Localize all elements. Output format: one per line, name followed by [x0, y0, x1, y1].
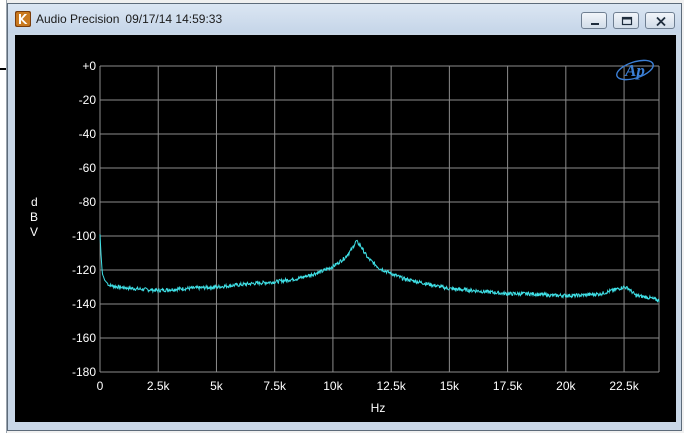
x-tick-label: 0 [97, 379, 104, 393]
y-tick-labels: +0 -20 -40 -60 -80 -100 -120 -140 -160 -180 [72, 59, 96, 379]
series [99, 234, 660, 303]
maximize-icon [621, 16, 633, 26]
plot-area: +0 -20 -40 -60 -80 -100 -120 -140 -160 -180 0 2.5k… [15, 35, 676, 422]
y-axis-label-d: d [31, 195, 38, 209]
y-axis-label-v: V [30, 225, 38, 239]
x-tick-label: 10k [323, 379, 343, 393]
minimize-icon [591, 23, 599, 25]
maximize-button[interactable] [613, 12, 639, 29]
x-tick-label: 15k [440, 379, 460, 393]
y-tick-label: -180 [72, 365, 96, 379]
title-timestamp: 09/17/14 14:59:33 [125, 12, 223, 26]
x-tick-label: 7.5k [263, 379, 287, 393]
minimize-button[interactable] [581, 12, 607, 29]
title-bar[interactable]: Audio Precision 09/17/14 14:59:33 [8, 4, 681, 33]
x-tick-label: 17.5k [493, 379, 523, 393]
y-tick-label: -80 [79, 195, 97, 209]
close-button[interactable] [645, 12, 675, 29]
y-tick-label: +0 [82, 59, 96, 73]
y-tick-label: -120 [72, 263, 96, 277]
window-title: Audio Precision 09/17/14 14:59:33 [36, 12, 222, 26]
app-name: Audio Precision [36, 12, 120, 26]
y-tick-label: -40 [79, 127, 97, 141]
x-tick-label: 20k [556, 379, 576, 393]
y-tick-label: -100 [72, 229, 96, 243]
ap-logo-text: Ap [624, 61, 645, 80]
grid [99, 65, 660, 373]
fft-trace [99, 234, 660, 303]
y-tick-label: -60 [79, 161, 97, 175]
audio-precision-window: Audio Precision 09/17/14 14:59:33 +0 -20 -4… [7, 3, 682, 431]
y-tick-label: -140 [72, 297, 96, 311]
x-axis-label: Hz [371, 401, 386, 415]
fft-chart: +0 -20 -40 -60 -80 -100 -120 -140 -160 -180 0 2.5k… [30, 59, 660, 415]
y-tick-label: -20 [79, 93, 97, 107]
close-icon [656, 16, 666, 27]
y-tick-label: -160 [72, 331, 96, 345]
audio-precision-app-icon[interactable] [15, 11, 31, 27]
y-axis-label-b: B [30, 210, 38, 224]
x-tick-label: 5k [210, 379, 224, 393]
x-tick-label: 22.5k [609, 379, 639, 393]
background-window-edge [0, 0, 7, 433]
x-tick-labels: 0 2.5k 5k 7.5k 10k 12.5k 15k 17.5k 20k 22.5k [97, 379, 640, 393]
x-tick-label: 2.5k [147, 379, 171, 393]
ap-logo: Ap [616, 59, 654, 81]
x-tick-label: 12.5k [376, 379, 406, 393]
